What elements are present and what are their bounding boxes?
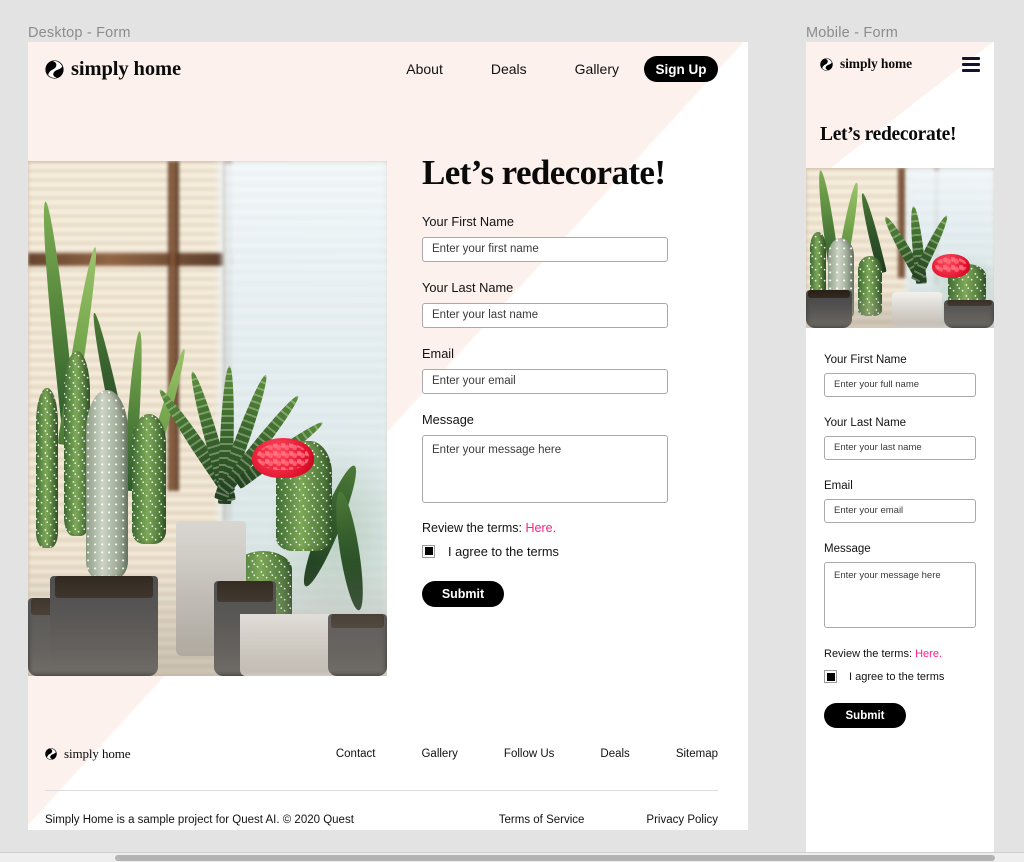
desktop-header: simply home About Deals Gallery Sign Up	[28, 42, 748, 96]
footer-brand-logo-link[interactable]: simply home	[45, 746, 131, 762]
nav-item-deals[interactable]: Deals	[491, 55, 527, 83]
mobile-brand-name: simply home	[840, 56, 913, 71]
field-first-name: Your First Name	[422, 214, 668, 262]
email-input[interactable]	[422, 368, 668, 394]
mobile-agree-label: I agree to the terms	[849, 670, 945, 683]
desktop-frame-label: Desktop - Form	[28, 25, 131, 41]
hamburger-bar	[962, 62, 980, 66]
mobile-last-name-label: Your Last Name	[824, 417, 907, 429]
mobile-terms-link[interactable]: Here.	[915, 648, 942, 660]
footer-link-contact[interactable]: Contact	[336, 748, 376, 760]
footer-link-follow-us[interactable]: Follow Us	[504, 748, 554, 760]
mobile-field-message: Message	[824, 543, 976, 628]
mobile-agree-row: I agree to the terms	[824, 670, 976, 683]
scrollbar-thumb[interactable]	[115, 855, 995, 861]
last-name-input[interactable]	[422, 302, 668, 328]
photo-cactus-fuzzy	[86, 390, 128, 580]
first-name-label: Your First Name	[422, 213, 514, 229]
mobile-first-name-label: Your First Name	[824, 354, 907, 366]
last-name-label: Your Last Name	[422, 279, 514, 295]
mobile-field-first-name: Your First Name	[824, 354, 976, 397]
hamburger-icon[interactable]	[962, 56, 980, 72]
mobile-submit-button[interactable]: Submit	[824, 703, 906, 728]
photo-cactus	[36, 388, 58, 548]
footer-link-sitemap[interactable]: Sitemap	[676, 748, 718, 760]
message-label: Message	[422, 411, 474, 427]
mobile-email-label: Email	[824, 480, 853, 492]
sign-up-button[interactable]: Sign Up	[644, 56, 718, 82]
mobile-field-last-name: Your Last Name	[824, 417, 976, 460]
photo-cactus	[132, 414, 166, 544]
mobile-brand-logo-link[interactable]: simply home	[820, 56, 912, 72]
agree-row: I agree to the terms	[422, 544, 668, 559]
legal-link-terms-of-service[interactable]: Terms of Service	[499, 814, 585, 826]
email-label: Email	[422, 345, 454, 361]
photo-windowsill	[28, 562, 387, 676]
field-message: Message	[422, 412, 668, 503]
mobile-message-label: Message	[824, 543, 871, 555]
desktop-primary-nav: About Deals Gallery Sign Up	[406, 55, 718, 83]
nav-item-gallery[interactable]: Gallery	[575, 55, 619, 83]
mobile-first-name-input[interactable]	[824, 373, 976, 397]
agree-checkbox[interactable]	[422, 544, 435, 558]
message-textarea[interactable]	[422, 434, 668, 503]
mobile-page-title: Let’s redecorate!	[820, 124, 957, 145]
mobile-contact-form: Your First Name Your Last Name Email Mes…	[806, 328, 994, 758]
field-last-name: Your Last Name	[422, 280, 668, 328]
yin-yang-circle-icon	[45, 59, 64, 79]
photo-red-flower	[932, 254, 970, 278]
mobile-message-textarea[interactable]	[824, 562, 976, 628]
mobile-agree-checkbox[interactable]	[824, 670, 837, 683]
photo-rosette-leaf	[880, 212, 927, 284]
horizontal-scrollbar[interactable]	[0, 852, 1024, 862]
mobile-email-input[interactable]	[824, 499, 976, 523]
succulent-window-photo	[806, 168, 994, 328]
legal-links: Terms of Service Privacy Policy	[437, 814, 718, 826]
legal-link-privacy-policy[interactable]: Privacy Policy	[646, 814, 718, 826]
page-title: Let’s redecorate!	[422, 153, 666, 192]
footer-top-row: simply home Contact Gallery Follow Us De…	[45, 718, 718, 790]
succulent-window-photo	[28, 161, 387, 676]
yin-yang-circle-icon	[820, 57, 833, 71]
hamburger-bar	[962, 68, 980, 72]
mobile-header: simply home	[806, 42, 994, 86]
contact-form: Let’s redecorate! Your First Name Your L…	[422, 154, 668, 607]
desktop-main: Let’s redecorate! Your First Name Your L…	[28, 42, 748, 830]
hero-photo	[28, 161, 387, 676]
mobile-main: simply home Let’s redecorate! Your First…	[806, 42, 994, 758]
terms-link[interactable]: Here.	[526, 521, 557, 535]
brand-name: simply home	[71, 57, 181, 80]
footer-link-deals[interactable]: Deals	[600, 748, 629, 760]
desktop-artboard: simply home About Deals Gallery Sign Up	[28, 42, 748, 830]
field-email: Email	[422, 346, 668, 394]
mobile-terms-prefix: Review the terms:	[824, 648, 913, 660]
desktop-footer: simply home Contact Gallery Follow Us De…	[28, 718, 748, 830]
photo-windowsill	[806, 292, 994, 328]
yin-yang-circle-icon	[45, 748, 57, 760]
photo-red-flower	[252, 438, 314, 478]
mobile-field-email: Email	[824, 480, 976, 523]
footer-link-gallery[interactable]: Gallery	[421, 748, 457, 760]
footer-bottom-row: Simply Home is a sample project for Ques…	[45, 791, 718, 830]
brand-logo-link[interactable]: simply home	[45, 58, 181, 81]
nav-item-about[interactable]: About	[406, 55, 443, 83]
photo-rosette-leaf	[185, 369, 237, 504]
mobile-terms-line: Review the terms: Here.	[824, 648, 976, 660]
footer-links: Contact Gallery Follow Us Deals Sitemap	[290, 748, 718, 760]
mobile-frame-label: Mobile - Form	[806, 25, 899, 41]
submit-button[interactable]: Submit	[422, 580, 504, 607]
mobile-last-name-input[interactable]	[824, 436, 976, 460]
mobile-hero-photo	[806, 168, 994, 328]
mobile-artboard: simply home Let’s redecorate! Your First…	[806, 42, 994, 862]
footer-brand-name: simply home	[64, 746, 131, 761]
terms-prefix: Review the terms:	[422, 520, 523, 535]
first-name-input[interactable]	[422, 236, 668, 262]
terms-line: Review the terms: Here.	[422, 521, 668, 535]
agree-label: I agree to the terms	[448, 543, 559, 559]
hamburger-bar	[962, 56, 980, 60]
copyright-text: Simply Home is a sample project for Ques…	[45, 814, 354, 826]
